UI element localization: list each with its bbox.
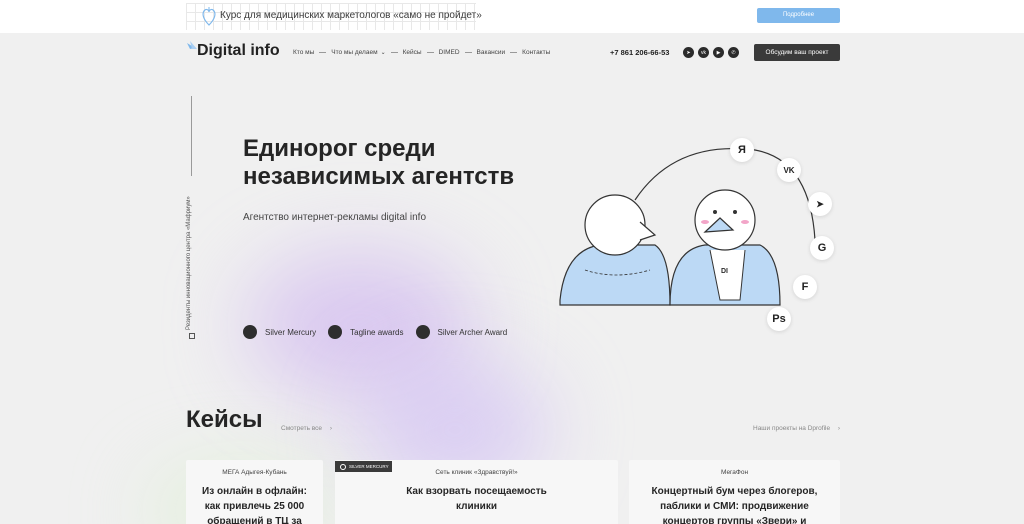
case-client: МегаФон [720,469,749,476]
nav-item-contacts[interactable]: Контакты [522,49,550,56]
google-ads-icon: G [810,236,834,260]
whatsapp-icon[interactable]: ✆ [728,47,739,58]
chevron-down-icon: ⌄ [380,50,386,56]
case-title: Концертный бум через блогеров, паблики и… [651,486,818,524]
award-label: Silver Mercury [265,327,317,337]
award-item: Tagline awards [328,325,404,339]
award-label: Tagline awards [350,327,404,337]
promo-more-button[interactable]: Подробнее [757,8,840,23]
nav-item-vacancies[interactable]: Вакансии [477,49,506,56]
yandex-icon: Я [730,138,754,162]
tagline-icon [328,325,343,339]
dprofile-label: Наши проекты на Dprofile [753,425,831,432]
nav-divider [426,52,434,53]
nav-divider [464,52,472,53]
logo-text[interactable]: Digital info [197,42,280,60]
nav-item-label: Что мы делаем [331,49,378,56]
phone-link[interactable]: +7 861 206-66-53 [610,48,669,57]
silver-mercury-icon [243,325,257,339]
nav-item-who[interactable]: Кто мы [293,49,314,56]
side-box-icon [189,333,195,339]
main-nav: Кто мы Что мы делаем ⌄ Кейсы DIMED Вакан… [293,49,550,56]
hero-title: Единорог среди независимых агентств [243,135,515,190]
nav-item-dimed[interactable]: DIMED [439,49,460,56]
promo-text[interactable]: Курс для медицинских маркетологов «само … [220,10,482,21]
telegram-icon: ➤ [808,192,832,216]
di-badge-text: DI [721,268,728,275]
nav-item-cases[interactable]: Кейсы [403,49,422,56]
chevron-right-icon: › [329,425,333,432]
case-title: Из онлайн в офлайн: как привлечь 25 000 … [202,486,307,524]
promo-bar: Курс для медицинских маркетологов «само … [0,0,1024,33]
badge-label: SILVER MERCURY [349,464,389,469]
vk-icon[interactable]: vk [698,47,709,58]
figma-icon: F [793,275,817,299]
social-links: ➤ vk ▶ ✆ [683,47,739,58]
awards-list: Silver Mercury Tagline awards Silver Arc… [243,325,507,339]
see-all-label: Смотреть все [281,425,323,432]
heart-icon [202,7,216,26]
case-title: Как взорвать посещаемость клиники [406,486,547,512]
cases-title: Кейсы [186,406,263,433]
chevron-right-icon: › [837,425,841,432]
dprofile-link[interactable]: Наши проекты на Dprofile › [753,425,840,432]
nav-divider [390,52,398,53]
discuss-project-button[interactable]: Обсудим ваш проект [754,44,840,61]
hero-subtitle: Агентство интернет-рекламы digital info [243,212,427,223]
award-label: Silver Archer Award [437,327,508,337]
nav-divider [319,52,327,53]
award-item: Silver Archer Award [415,325,508,339]
silver-mercury-badge: SILVER MERCURY [335,461,392,472]
youtube-icon[interactable]: ▶ [713,47,724,58]
nav-item-services[interactable]: Что мы делаем ⌄ [331,49,385,56]
award-item: Silver Mercury [243,325,316,339]
telegram-icon[interactable]: ➤ [683,47,694,58]
side-divider [191,96,192,176]
award-icon [340,463,346,470]
characters-illustration [559,147,816,306]
hero-illustration: DI Я VK ➤ G F Ps [555,130,845,360]
case-client: МЕГА Адыгея-Кубань [222,469,287,476]
vk-icon: VK [777,158,801,182]
silver-archer-icon [415,325,430,339]
photoshop-icon: Ps [767,307,791,331]
side-resident-text: Резиденты инновационного центра «Мафриум… [186,196,192,330]
see-all-link[interactable]: Смотреть все › [281,425,332,432]
nav-divider [510,52,518,53]
case-card[interactable]: МегаФон Концертный бум через блогеров, п… [629,460,840,524]
case-card[interactable]: МЕГА Адыгея-Кубань Из онлайн в офлайн: к… [186,460,323,524]
